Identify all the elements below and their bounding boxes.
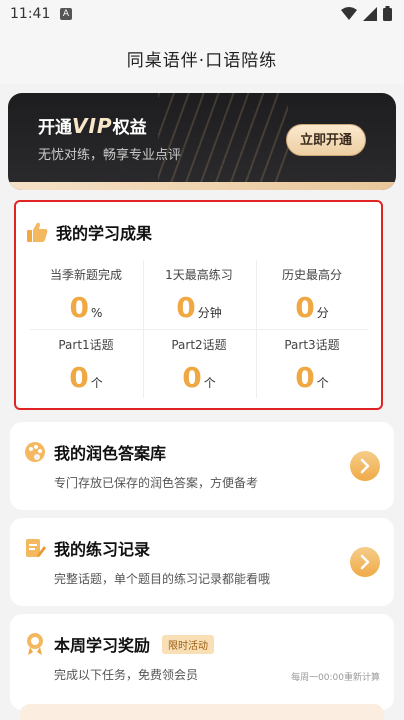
vip-title-prefix: 开通 [38,118,72,138]
stat-part2: Part2话题 0个 [143,330,255,398]
stat-best-score: 历史最高分 0分 [256,260,368,328]
achievements-grid: 当季新题完成 0% 1天最高练习 0 分钟 历史最高分 0分 Part1话题 0个… [30,260,368,398]
stat-label: 1天最高练习 [165,268,233,282]
stat-value: 0 [182,361,202,394]
achievements-header: 我的学习成果 [26,220,152,244]
weekly-reward-card: 本周学习奖励 限时活动 完成以下任务，免费领会员 每周一00:00重新计算 [10,614,394,710]
weekly-reward-subtitle: 完成以下任务，免费领会员 [54,668,199,682]
polished-answers-subtitle: 专门存放已保存的润色答案，方便备考 [54,476,259,490]
practice-records-arrow-button[interactable] [350,547,380,577]
polished-answers-card[interactable]: 我的润色答案库 专门存放已保存的润色答案，方便备考 [10,422,394,510]
thumbs-up-icon [27,222,48,242]
chevron-right-icon [360,458,370,474]
status-time: 11:41 [10,6,51,22]
wifi-icon [341,6,357,20]
weekly-reward-title: 本周学习奖励 [54,636,151,655]
stat-value: 0 [176,291,196,324]
note-edit-icon [26,539,46,557]
achievements-card: 我的学习成果 当季新题完成 0% 1天最高练习 0 分钟 历史最高分 0分 Par… [14,200,383,410]
stat-unit: 个 [316,376,329,390]
practice-records-card[interactable]: 我的练习记录 完整话题，单个题目的练习记录都能看哦 [10,518,394,606]
title-bar: 同桌语伴·口语陪练 [0,30,404,84]
stat-unit: 个 [90,376,103,390]
stat-label: Part2话题 [171,338,227,352]
status-bar: 11:41 A [0,0,404,30]
vip-word: VIP [72,114,113,138]
stat-unit: 分 [316,306,329,320]
limited-event-badge: 限时活动 [162,634,215,654]
vip-subtitle: 无忧对练，畅享专业点评 [38,148,182,163]
stat-part1: Part1话题 0个 [30,330,142,398]
open-vip-button[interactable]: 立即开通 [286,124,366,156]
stat-part3: Part3话题 0个 [256,330,368,398]
stat-label: 历史最高分 [281,268,342,282]
vip-banner[interactable]: 开通VIP权益 无忧对练，畅享专业点评 立即开通 [8,93,396,190]
polished-answers-arrow-button[interactable] [350,451,380,481]
vip-title-suffix: 权益 [112,118,147,138]
status-icons [341,6,392,21]
stat-unit: 分钟 [197,306,222,320]
practice-records-title: 我的练习记录 [54,540,151,559]
reset-note: 每周一00:00重新计算 [291,673,380,683]
practice-records-subtitle: 完整话题，单个题目的练习记录都能看哦 [54,572,271,586]
chevron-right-icon [360,554,370,570]
palette-icon [25,442,45,462]
stat-label: Part3话题 [284,338,340,352]
stat-value: 0 [69,361,89,394]
vip-title: 开通VIP权益 [38,113,147,138]
achievements-title: 我的学习成果 [56,224,153,243]
stat-unit: % [91,306,103,320]
stat-season-new: 当季新题完成 0% [30,260,142,328]
stat-value: 0 [69,291,90,324]
medal-icon [27,633,43,655]
stat-label: Part1话题 [58,338,114,352]
polished-answers-title: 我的润色答案库 [54,444,167,463]
stat-daily-max: 1天最高练习 0 分钟 [143,260,255,328]
task-list-top-edge [20,704,384,720]
stat-label: 当季新题完成 [49,268,122,282]
stat-value: 0 [295,361,315,394]
notification-a-icon: A [60,8,72,20]
signal-icon [363,6,377,21]
stat-value: 0 [295,291,315,324]
battery-icon [383,6,392,21]
page-title: 同桌语伴·口语陪练 [126,51,278,71]
stat-unit: 个 [203,376,216,390]
vip-decoration [158,93,288,183]
